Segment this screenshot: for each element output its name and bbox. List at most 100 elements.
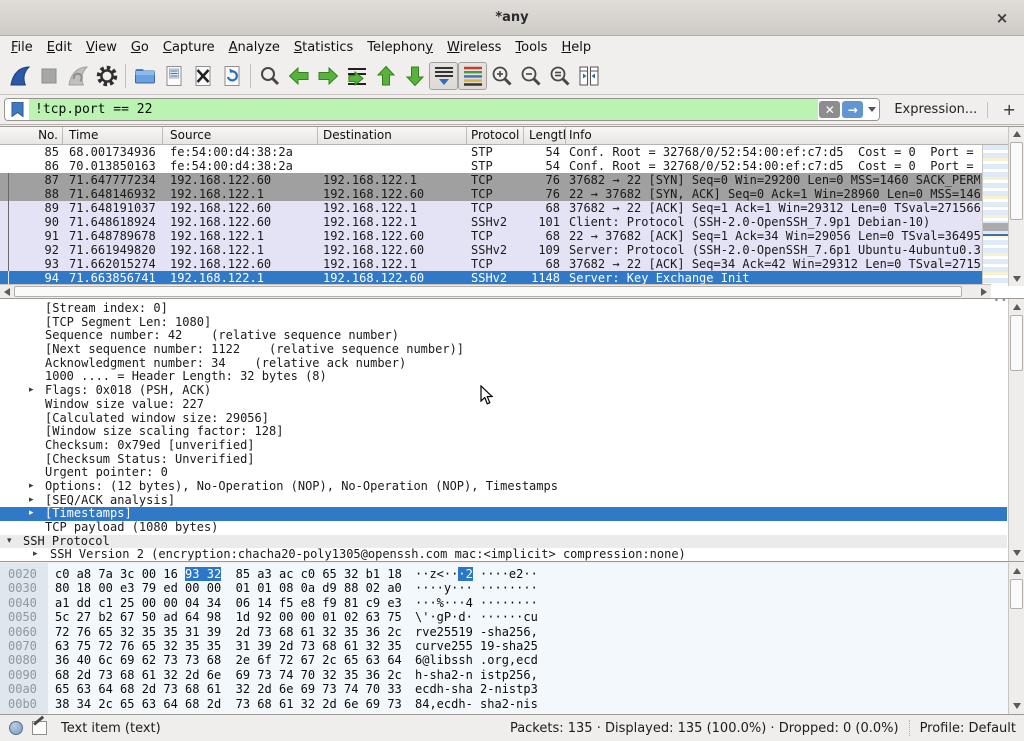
go-forward-button[interactable]: [313, 62, 342, 90]
filter-bookmark-icon[interactable]: [5, 99, 29, 120]
start-capture-button[interactable]: [5, 62, 34, 90]
detail-line-4[interactable]: Acknowledgment number: 34 (relative ack …: [0, 357, 1007, 371]
close-window-button[interactable]: ×: [992, 8, 1012, 28]
column-header-destination[interactable]: Destination: [318, 127, 467, 144]
reload-file-button[interactable]: [217, 62, 246, 90]
packet-row-94[interactable]: 9471.663856741192.168.122.1192.168.122.6…: [0, 271, 1024, 285]
expander-closed-icon[interactable]: ▸: [33, 548, 38, 562]
stop-capture-button[interactable]: [34, 62, 63, 90]
scrollbar-thumb[interactable]: [14, 286, 962, 297]
column-header-time[interactable]: Time: [63, 127, 163, 144]
expander-closed-icon[interactable]: ▸: [29, 494, 34, 508]
expander-open-icon[interactable]: ▾: [7, 535, 12, 549]
detail-line-0[interactable]: [Stream index: 0]: [0, 302, 1007, 316]
column-header-protocol[interactable]: Protocol: [467, 127, 524, 144]
filter-clear-button[interactable]: ✕: [819, 101, 840, 118]
filter-dropdown-button[interactable]: [864, 99, 879, 120]
menu-tools[interactable]: Tools: [508, 38, 554, 57]
go-to-packet-button[interactable]: [342, 62, 371, 90]
expander-closed-icon[interactable]: ▸: [29, 480, 34, 494]
go-last-button[interactable]: [400, 62, 429, 90]
menu-telephony[interactable]: Telephony: [360, 38, 440, 57]
hex-row-0070[interactable]: 007063 75 72 76 65 32 35 35 31 39 2d 73 …: [0, 639, 1024, 653]
expander-closed-icon[interactable]: ▸: [29, 507, 34, 521]
packet-row-92[interactable]: 9271.661949820192.168.122.1192.168.122.6…: [0, 243, 1024, 257]
detail-line-17[interactable]: ▾SSH Protocol: [0, 535, 1007, 549]
menu-view[interactable]: View: [79, 38, 124, 57]
hex-row-00a0[interactable]: 00a065 63 64 68 2d 73 68 61 32 2d 6e 69 …: [0, 682, 1024, 696]
scrollbar-thumb[interactable]: [1010, 579, 1023, 609]
detail-line-8[interactable]: [Calculated window size: 29056]: [0, 412, 1007, 426]
menu-capture[interactable]: Capture: [156, 38, 222, 57]
menu-go[interactable]: Go: [124, 38, 156, 57]
open-file-button[interactable]: [130, 62, 159, 90]
menu-file[interactable]: File: [4, 38, 40, 57]
display-filter-field[interactable]: !tcp.port == 22 ✕ →: [4, 98, 880, 121]
scroll-left-icon[interactable]: [4, 288, 10, 296]
hex-row-0050[interactable]: 00505c 27 b2 67 50 ad 64 98 1d 92 00 00 …: [0, 610, 1024, 624]
details-vscrollbar[interactable]: [1008, 299, 1024, 561]
column-header-info[interactable]: Info: [566, 127, 980, 144]
scrollbar-thumb[interactable]: [1010, 315, 1023, 371]
detail-line-14[interactable]: ▸[SEQ/ACK analysis]: [0, 494, 1007, 508]
packet-list-minimap[interactable]: [982, 145, 1008, 286]
scroll-down-icon[interactable]: [1013, 276, 1021, 282]
detail-line-11[interactable]: [Checksum Status: Unverified]: [0, 453, 1007, 467]
hex-row-0060[interactable]: 006072 76 65 32 35 35 31 39 2d 73 68 61 …: [0, 625, 1024, 639]
hex-dump[interactable]: 0020c0 a8 7a 3c 00 16 93 32 85 a3 ac c0 …: [0, 567, 1024, 711]
scroll-down-icon[interactable]: [1013, 703, 1021, 709]
hex-row-00b0[interactable]: 00b038 34 2c 65 63 64 68 2d 73 68 61 32 …: [0, 697, 1024, 711]
auto-scroll-button[interactable]: [429, 62, 458, 90]
hex-row-0030[interactable]: 003080 18 00 e3 79 ed 00 00 01 01 08 0a …: [0, 581, 1024, 595]
packet-row-85[interactable]: 8568.001734936fe:54:00:d4:38:2aSTP54Conf…: [0, 145, 1024, 159]
menu-wireless[interactable]: Wireless: [440, 38, 508, 57]
restart-capture-button[interactable]: [63, 62, 92, 90]
packet-row-88[interactable]: 8871.648146932192.168.122.1192.168.122.6…: [0, 187, 1024, 201]
detail-line-9[interactable]: [Window size scaling factor: 128]: [0, 425, 1007, 439]
scroll-down-icon[interactable]: [1013, 550, 1021, 556]
packet-row-89[interactable]: 8971.648191037192.168.122.60192.168.122.…: [0, 201, 1024, 215]
menu-help[interactable]: Help: [554, 38, 598, 57]
detail-line-5[interactable]: 1000 .... = Header Length: 32 bytes (8): [0, 370, 1007, 384]
expert-info-icon[interactable]: [9, 721, 23, 735]
display-filter-input[interactable]: !tcp.port == 22: [29, 99, 818, 120]
scroll-up-icon[interactable]: [1013, 568, 1021, 574]
detail-line-7[interactable]: Window size value: 227: [0, 398, 1007, 412]
packet-row-93[interactable]: 9371.662015274192.168.122.60192.168.122.…: [0, 257, 1024, 271]
packet-row-86[interactable]: 8670.013850163fe:54:00:d4:38:2aSTP54Conf…: [0, 159, 1024, 173]
detail-line-16[interactable]: TCP payload (1080 bytes): [0, 521, 1007, 535]
hex-row-0090[interactable]: 009068 2d 73 68 61 32 2d 6e 69 73 74 70 …: [0, 668, 1024, 682]
menu-edit[interactable]: Edit: [40, 38, 79, 57]
detail-line-10[interactable]: Checksum: 0x79ed [unverified]: [0, 439, 1007, 453]
detail-line-3[interactable]: [Next sequence number: 1122 (relative se…: [0, 343, 1007, 357]
save-file-button[interactable]: [159, 62, 188, 90]
find-packet-button[interactable]: [255, 62, 284, 90]
go-first-button[interactable]: [371, 62, 400, 90]
resize-columns-button[interactable]: [574, 62, 603, 90]
colorize-button[interactable]: [458, 62, 487, 90]
detail-line-18[interactable]: ▸SSH Version 2 (encryption:chacha20-poly…: [0, 548, 1007, 562]
add-filter-button[interactable]: +: [1000, 100, 1018, 119]
detail-line-15[interactable]: ▸[Timestamps]: [0, 507, 1007, 521]
column-header-length[interactable]: Length: [524, 127, 566, 144]
scroll-up-icon[interactable]: [1013, 304, 1021, 310]
column-header-source[interactable]: Source: [163, 127, 318, 144]
detail-line-6[interactable]: ▸Flags: 0x018 (PSH, ACK): [0, 384, 1007, 398]
expander-closed-icon[interactable]: ▸: [29, 384, 34, 398]
detail-line-13[interactable]: ▸Options: (12 bytes), No-Operation (NOP)…: [0, 480, 1007, 494]
close-file-button[interactable]: [188, 62, 217, 90]
zoom-out-button[interactable]: [516, 62, 545, 90]
menu-statistics[interactable]: Statistics: [287, 38, 360, 57]
capture-comment-icon[interactable]: [32, 721, 47, 735]
capture-options-button[interactable]: [92, 62, 121, 90]
scroll-right-icon[interactable]: [981, 288, 987, 296]
zoom-in-button[interactable]: [487, 62, 516, 90]
detail-line-1[interactable]: [TCP Segment Len: 1080]: [0, 316, 1007, 330]
bytes-vscrollbar[interactable]: [1008, 563, 1024, 714]
hex-row-0040[interactable]: 0040a1 dd c1 25 00 00 04 34 06 14 f5 e8 …: [0, 596, 1024, 610]
packet-row-90[interactable]: 9071.648618924192.168.122.60192.168.122.…: [0, 215, 1024, 229]
packet-list-vscrollbar[interactable]: [1008, 127, 1024, 286]
detail-line-12[interactable]: Urgent pointer: 0: [0, 466, 1007, 480]
scroll-up-icon[interactable]: [1013, 131, 1021, 137]
filter-apply-button[interactable]: →: [842, 101, 863, 118]
